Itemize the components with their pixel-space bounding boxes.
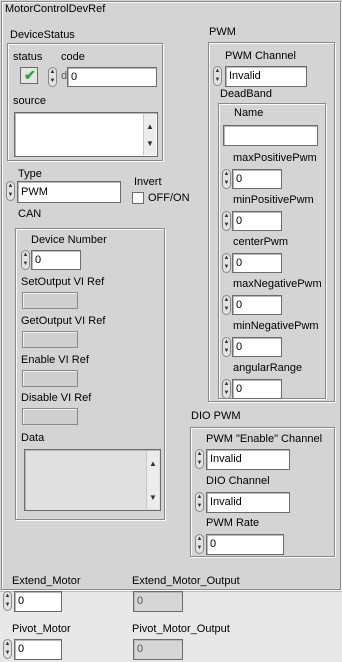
deadband-label: DeadBand <box>220 88 272 100</box>
center-pwm-stepper[interactable]: ▲ ▼ <box>222 253 231 273</box>
data-textarea[interactable]: ▲ ▼ <box>24 449 161 511</box>
pwm-enable-channel-label: PWM "Enable" Channel <box>206 433 323 445</box>
min-positive-pwm-stepper[interactable]: ▲ ▼ <box>222 211 231 231</box>
code-field[interactable]: 0 <box>67 67 157 87</box>
invert-checkbox[interactable] <box>132 192 144 204</box>
extend-motor-label: Extend_Motor <box>12 575 81 587</box>
set-output-ref[interactable] <box>22 292 78 309</box>
max-positive-pwm-label: maxPositivePwm <box>233 152 317 164</box>
set-output-label: SetOutput VI Ref <box>21 276 105 288</box>
angular-range-field[interactable]: 0 <box>232 379 282 399</box>
dio-pwm-label: DIO PWM <box>191 410 241 422</box>
pwm-label: PWM <box>209 26 236 38</box>
checkmark-icon: ✔ <box>24 67 36 83</box>
scroll-up-icon[interactable]: ▲ <box>147 455 159 473</box>
type-stepper[interactable]: ▲ ▼ <box>6 181 15 201</box>
data-label: Data <box>21 432 45 444</box>
code-label: code <box>61 51 85 63</box>
max-positive-pwm-stepper[interactable]: ▲ ▼ <box>222 169 231 189</box>
center-pwm-label: centerPwm <box>233 236 289 248</box>
scroll-down-icon[interactable]: ▼ <box>147 489 159 507</box>
device-number-field[interactable]: 0 <box>31 250 81 270</box>
enable-ref-label: Enable VI Ref <box>21 354 89 366</box>
angular-range-label: angularRange <box>233 362 303 374</box>
get-output-label: GetOutput VI Ref <box>21 315 106 327</box>
device-number-stepper[interactable]: ▲ ▼ <box>21 250 30 270</box>
pwm-rate-field[interactable]: 0 <box>206 534 284 555</box>
name-label: Name <box>234 107 264 119</box>
pwm-channel-label: PWM Channel <box>225 50 296 62</box>
pivot-motor-output-label: Pivot_Motor_Output <box>132 623 230 635</box>
get-output-ref[interactable] <box>22 331 78 348</box>
invert-label: Invert <box>134 176 162 188</box>
pivot-motor-field[interactable]: 0 <box>14 639 62 660</box>
type-label: Type <box>18 168 42 180</box>
device-number-label: Device Number <box>31 234 107 246</box>
source-scrollbar[interactable]: ▲ ▼ <box>143 114 156 155</box>
pivot-motor-stepper[interactable]: ▲ ▼ <box>3 639 12 659</box>
disable-ref[interactable] <box>22 408 78 425</box>
pwm-rate-stepper[interactable]: ▲ ▼ <box>195 534 204 554</box>
data-scrollbar[interactable]: ▲ ▼ <box>146 451 159 509</box>
max-negative-pwm-stepper[interactable]: ▲ ▼ <box>222 295 231 315</box>
pivot-motor-label: Pivot_Motor <box>12 623 71 635</box>
cluster-title: MotorControlDevRef <box>5 3 106 15</box>
min-negative-pwm-label: minNegativePwm <box>233 320 319 332</box>
angular-range-stepper[interactable]: ▲ ▼ <box>222 379 231 399</box>
dio-channel-field[interactable]: Invalid <box>206 492 290 513</box>
enable-ref[interactable] <box>22 370 78 387</box>
max-positive-pwm-field[interactable]: 0 <box>232 169 282 189</box>
min-negative-pwm-stepper[interactable]: ▲ ▼ <box>222 337 231 357</box>
max-negative-pwm-field[interactable]: 0 <box>232 295 282 315</box>
source-textarea[interactable]: ▲ ▼ <box>14 112 158 157</box>
invert-option-label: OFF/ON <box>148 192 190 204</box>
extend-motor-stepper[interactable]: ▲ ▼ <box>3 591 12 611</box>
min-positive-pwm-field[interactable]: 0 <box>232 211 282 231</box>
device-status-label: DeviceStatus <box>10 29 75 41</box>
dio-channel-stepper[interactable]: ▲ ▼ <box>195 492 204 512</box>
status-checkbox[interactable]: ✔ <box>20 67 38 84</box>
name-field[interactable] <box>223 125 318 146</box>
min-negative-pwm-field[interactable]: 0 <box>232 337 282 357</box>
pwm-enable-channel-stepper[interactable]: ▲ ▼ <box>195 449 204 469</box>
pwm-channel-field[interactable]: Invalid <box>225 66 307 87</box>
dio-channel-label: DIO Channel <box>206 475 270 487</box>
pwm-rate-label: PWM Rate <box>206 517 260 529</box>
pwm-enable-channel-field[interactable]: Invalid <box>206 449 290 470</box>
center-pwm-field[interactable]: 0 <box>232 253 282 273</box>
scroll-up-icon[interactable]: ▲ <box>144 118 156 136</box>
code-stepper[interactable]: ▲ ▼ <box>48 67 57 87</box>
max-negative-pwm-label: maxNegativePwm <box>233 278 322 290</box>
pivot-motor-output-field: 0 <box>133 639 183 660</box>
source-label: source <box>13 95 47 107</box>
status-label: status <box>13 51 43 63</box>
disable-ref-label: Disable VI Ref <box>21 392 92 404</box>
extend-motor-field[interactable]: 0 <box>14 591 62 612</box>
type-field[interactable]: PWM <box>17 181 121 203</box>
pwm-channel-stepper[interactable]: ▲ ▼ <box>213 66 222 86</box>
scroll-down-icon[interactable]: ▼ <box>144 135 156 153</box>
extend-motor-output-field: 0 <box>133 591 183 612</box>
min-positive-pwm-label: minPositivePwm <box>233 194 314 206</box>
extend-motor-output-label: Extend_Motor_Output <box>132 575 240 587</box>
can-label: CAN <box>18 208 42 220</box>
